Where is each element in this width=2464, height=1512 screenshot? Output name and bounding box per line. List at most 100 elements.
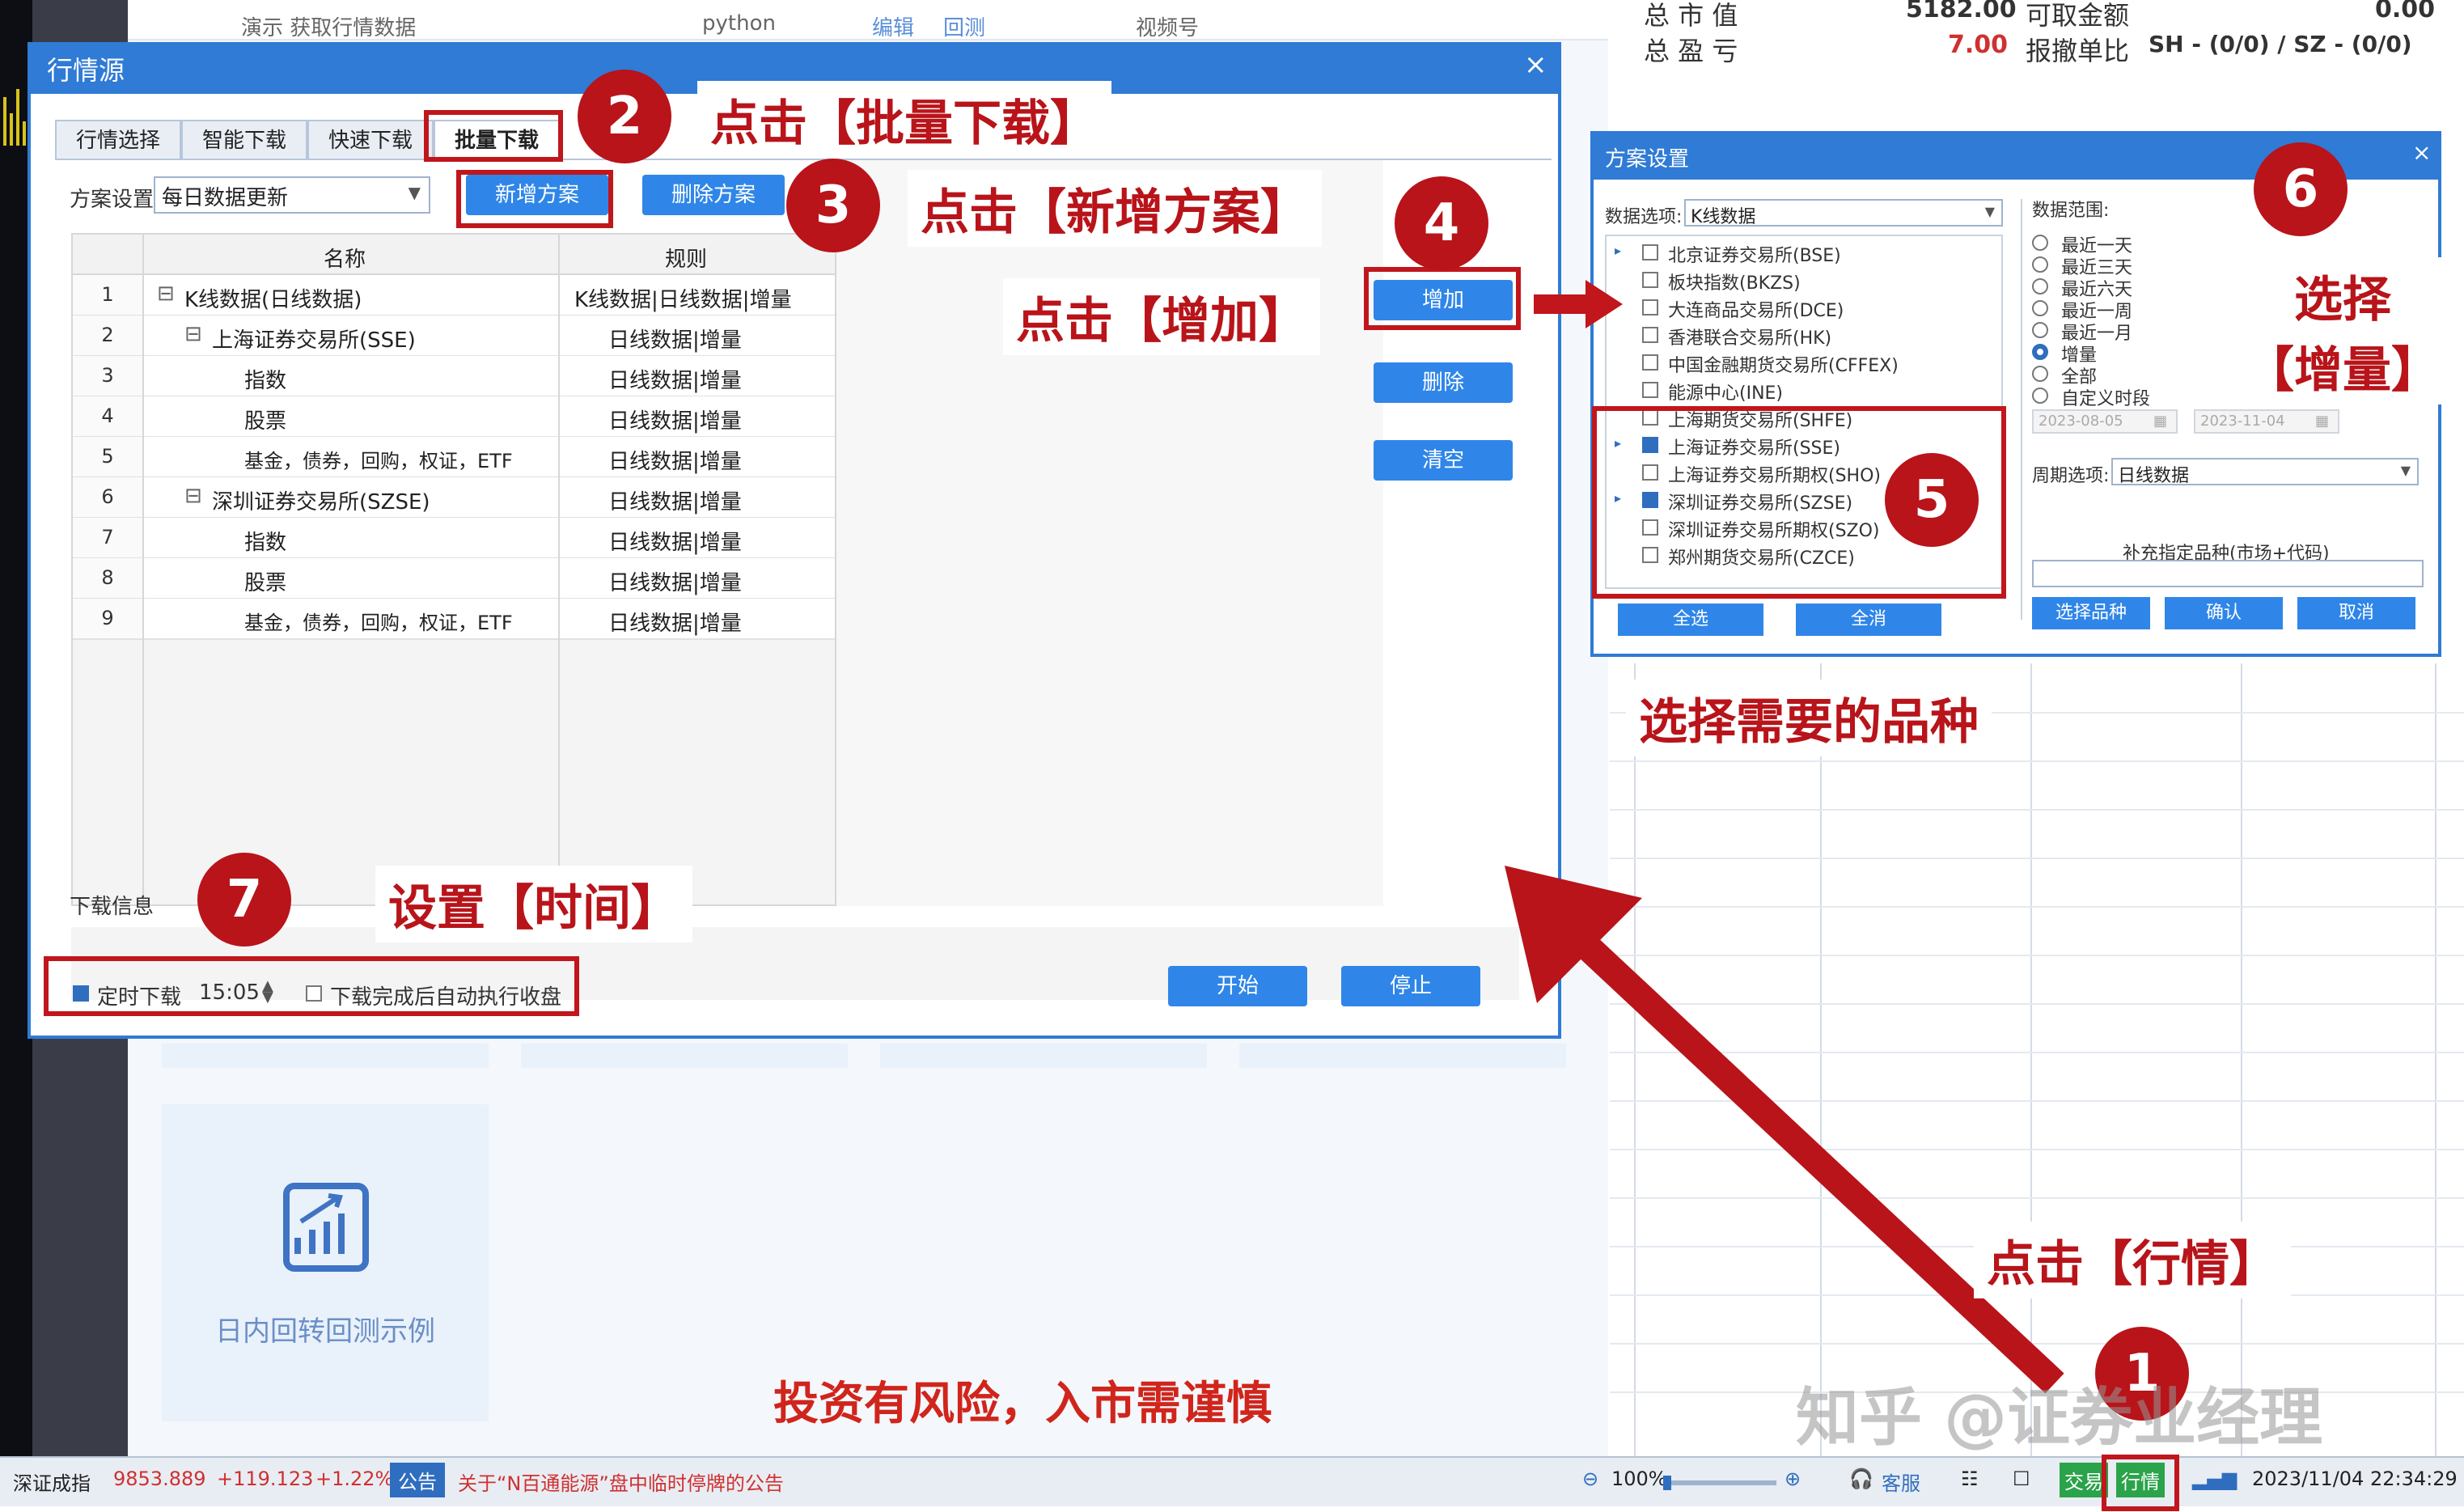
- range-radio[interactable]: [2032, 256, 2048, 273]
- data-option-select[interactable]: K线数据 ▼: [1684, 199, 2003, 227]
- table-row[interactable]: 4 股票 日线数据|增量: [73, 396, 835, 438]
- range-radio[interactable]: [2032, 278, 2048, 294]
- pnl-label: 总 盈 亏: [1644, 36, 1738, 66]
- row-name: 上海证券交易所(SSE): [212, 328, 416, 353]
- demo-card-label: 日内回转回测示例: [215, 1315, 435, 1348]
- market-checkbox[interactable]: [1642, 272, 1658, 288]
- market-item[interactable]: 板块指数(BKZS): [1607, 265, 2001, 294]
- table-row[interactable]: 2 ⊟ 上海证券交易所(SSE) 日线数据|增量: [73, 316, 835, 357]
- delete-button[interactable]: 删除: [1374, 362, 1513, 403]
- step-caption: 点击【批量下载】: [697, 81, 1111, 158]
- index-name[interactable]: 深证成指: [13, 1468, 91, 1496]
- zoom-in-icon[interactable]: ⊕: [1784, 1468, 1801, 1490]
- table-row[interactable]: 5 基金，债券，回购，权证，ETF 日线数据|增量: [73, 437, 835, 478]
- market-checkbox[interactable]: [1642, 382, 1658, 398]
- trade-button[interactable]: 交易: [2060, 1463, 2108, 1497]
- table-row[interactable]: 8 股票 日线数据|增量: [73, 558, 835, 599]
- range-radio[interactable]: [2032, 235, 2048, 251]
- news-icon[interactable]: ☷: [1961, 1468, 1979, 1490]
- customer-service-label[interactable]: 客服: [1882, 1468, 1920, 1496]
- cancel-button[interactable]: 取消: [2297, 597, 2415, 629]
- calendar-icon[interactable]: ▦: [2153, 413, 2167, 430]
- select-variety-button[interactable]: 选择品种: [2032, 597, 2150, 629]
- zoom-slider-handle[interactable]: [1663, 1476, 1671, 1490]
- range-radio-selected[interactable]: [2032, 344, 2048, 360]
- date-from-field[interactable]: 2023-08-05 ▦: [2032, 409, 2178, 434]
- tab-quick-download[interactable]: 快速下载: [307, 120, 434, 160]
- zoom-out-icon[interactable]: ⊖: [1582, 1468, 1598, 1490]
- market-label: 板块指数(BKZS): [1668, 273, 1801, 294]
- date-to-field[interactable]: 2023-11-04 ▦: [2194, 409, 2339, 434]
- market-checkbox[interactable]: [1642, 299, 1658, 316]
- table-row[interactable]: 7 指数 日线数据|增量: [73, 518, 835, 559]
- row-rule: K线数据|日线数据|增量: [574, 288, 792, 312]
- range-label: 自定义时段: [2061, 389, 2151, 409]
- collapse-icon[interactable]: ⊟: [184, 484, 202, 508]
- close-icon[interactable]: ×: [1524, 49, 1547, 81]
- headset-icon[interactable]: 🎧: [1849, 1468, 1873, 1490]
- start-button[interactable]: 开始: [1168, 966, 1307, 1006]
- step-badge: 7: [197, 853, 291, 947]
- panel-divider: [2021, 199, 2022, 620]
- period-select[interactable]: 日线数据 ▼: [2111, 458, 2419, 486]
- select-all-button[interactable]: 全选: [1618, 604, 1763, 636]
- edit-link[interactable]: 编辑: [872, 11, 914, 41]
- row-rule: 日线数据|增量: [608, 450, 742, 474]
- plan-select[interactable]: 每日数据更新 ▼: [154, 176, 430, 214]
- row-number: 9: [73, 599, 144, 638]
- signal-icon: ▂▄▆: [2192, 1468, 2237, 1490]
- status-bar: 深证成指 9853.889 +119.123 +1.22% 公告 关于“N百通能…: [0, 1456, 2464, 1506]
- collapse-icon[interactable]: ⊟: [157, 282, 175, 306]
- step-caption: 选择需要的品种: [1626, 680, 1992, 756]
- chevron-down-icon: ▼: [408, 183, 421, 202]
- row-number: 2: [73, 316, 144, 355]
- withdrawable-label: 可取金额: [2026, 0, 2130, 31]
- zoom-slider[interactable]: [1663, 1476, 1776, 1490]
- clear-all-button[interactable]: 全消: [1796, 604, 1941, 636]
- market-checkbox[interactable]: [1642, 354, 1658, 371]
- channel-text: 视频号: [1136, 16, 1200, 40]
- market-item[interactable]: 能源中心(INE): [1607, 375, 2001, 404]
- table-row[interactable]: 9 基金，债券，回购，权证，ETF 日线数据|增量: [73, 599, 835, 640]
- market-checkbox[interactable]: [1642, 327, 1658, 343]
- table-row[interactable]: 1 ⊟ K线数据(日线数据) K线数据|日线数据|增量: [73, 275, 835, 316]
- tab-market-select[interactable]: 行情选择: [55, 120, 181, 160]
- collapse-icon[interactable]: ⊟: [184, 322, 202, 346]
- supplement-input[interactable]: [2032, 560, 2424, 587]
- close-icon[interactable]: ×: [2412, 139, 2431, 166]
- range-radio[interactable]: [2032, 322, 2048, 338]
- expand-arrow-icon[interactable]: ▸: [1615, 243, 1621, 258]
- range-radio[interactable]: [2032, 388, 2048, 404]
- table-row[interactable]: 3 指数 日线数据|增量: [73, 356, 835, 397]
- tab-smart-download[interactable]: 智能下载: [181, 120, 307, 160]
- zoom-level: 100%: [1611, 1468, 1667, 1490]
- account-summary: 总 市 值 5182.00 可取金额 0.00 总 盈 亏 7.00 报撤单比 …: [1610, 0, 2464, 121]
- highlight-add-plan: [456, 170, 613, 228]
- delete-plan-button[interactable]: 删除方案: [642, 175, 785, 215]
- period-label: 周期选项:: [2032, 466, 2110, 486]
- market-item[interactable]: 香港联合交易所(HK): [1607, 320, 2001, 349]
- row-rule: 日线数据|增量: [608, 531, 742, 555]
- notice-text[interactable]: 关于“N百通能源”盘中临时停牌的公告: [458, 1468, 784, 1496]
- highlight-add: [1364, 267, 1521, 330]
- chart-growth-icon: [283, 1183, 369, 1272]
- table-row[interactable]: 6 ⊟ 深圳证券交易所(SZSE) 日线数据|增量: [73, 477, 835, 519]
- market-item[interactable]: ▸ 北京证券交易所(BSE): [1607, 238, 2001, 266]
- confirm-button[interactable]: 确认: [2165, 597, 2283, 629]
- market-item[interactable]: 大连商品交易所(DCE): [1607, 293, 2001, 321]
- strategy-row[interactable]: 演示 获取行情数据 python 编辑 回测 视频号: [128, 0, 1608, 40]
- highlight-market-button: [2102, 1455, 2179, 1511]
- backtest-link[interactable]: 回测: [943, 11, 985, 41]
- range-radio[interactable]: [2032, 366, 2048, 382]
- datetime: 2023/11/04 22:34:29: [2252, 1468, 2458, 1490]
- message-icon[interactable]: ☐: [2013, 1468, 2030, 1490]
- clear-button[interactable]: 清空: [1374, 440, 1513, 481]
- market-item[interactable]: 中国金融期货交易所(CFFEX): [1607, 348, 2001, 376]
- calendar-icon[interactable]: ▦: [2315, 413, 2329, 430]
- market-checkbox[interactable]: [1642, 244, 1658, 260]
- range-radio[interactable]: [2032, 300, 2048, 316]
- index-percent: +1.22%: [315, 1468, 394, 1490]
- market-label: 香港联合交易所(HK): [1668, 328, 1832, 349]
- notice-badge[interactable]: 公告: [390, 1463, 445, 1497]
- stop-button[interactable]: 停止: [1341, 966, 1480, 1006]
